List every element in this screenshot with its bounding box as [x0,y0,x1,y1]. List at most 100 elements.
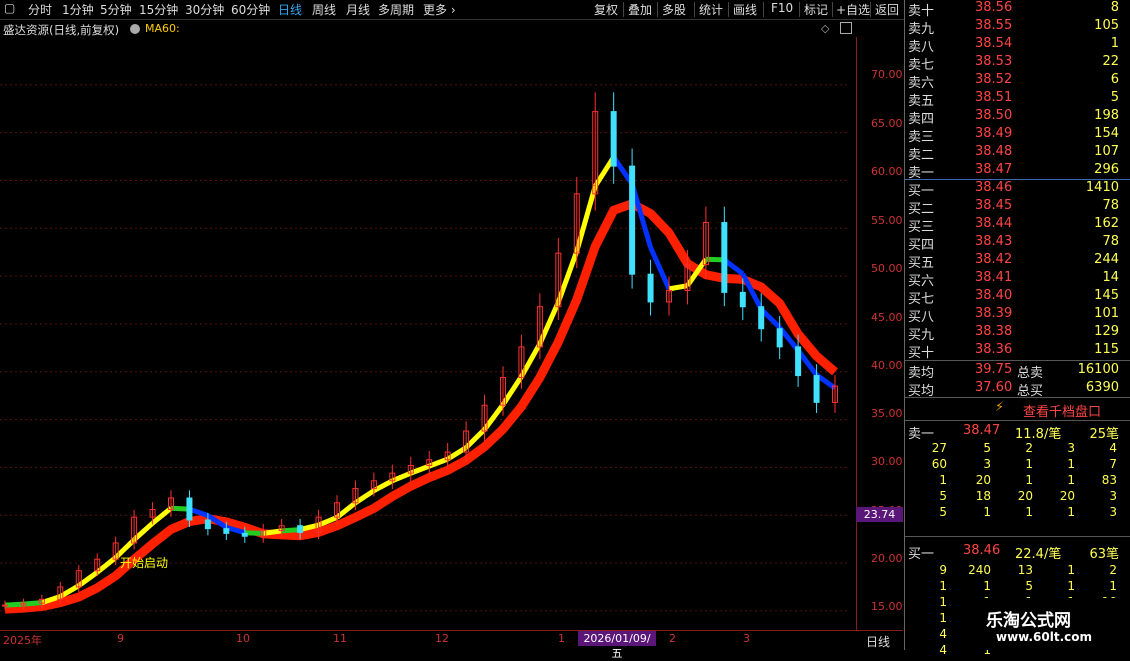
candle-body[interactable] [776,328,783,348]
ask-price: 38.52 [975,72,1013,87]
bid-volume: 14 [1102,270,1119,285]
ask-row[interactable]: 卖六 38.52 6 [905,72,1130,91]
tab-30min[interactable]: 30分钟 [185,1,224,18]
candle-body[interactable] [204,519,211,530]
thousand-level-button[interactable]: ⚡ 查看千档盘口 [905,398,1130,420]
ask-row[interactable]: 卖四 38.50 198 [905,108,1130,127]
candle-body[interactable] [813,375,820,403]
candle-body[interactable] [795,346,802,377]
queue-cell: 1 [1067,563,1075,577]
back-button[interactable]: 返回 [875,1,899,18]
tab-multi-period[interactable]: 多周期 [378,1,414,18]
settings-dot-icon[interactable] [130,24,140,34]
tab-daily[interactable]: 日线 [278,1,302,18]
tab-monthly[interactable]: 月线 [346,1,370,18]
draw-line-button[interactable]: 画线 [733,1,757,18]
candle-body[interactable] [758,306,765,330]
sell1-price: 38.47 [963,423,1001,438]
ask-level-label: 卖十 [908,4,935,19]
ask-price: 38.53 [975,54,1013,69]
ask-price: 38.56 [975,0,1013,15]
bid-level-label: 买九 [908,328,935,343]
bid-row[interactable]: 买七 38.40 145 [905,288,1130,307]
lightning-icon: ⚡ [995,400,1005,415]
candle-body[interactable] [739,291,746,308]
kline-chart[interactable]: 开始启动 [0,20,903,630]
period-indicator[interactable]: 日线 [866,633,890,650]
ask-volume: 154 [1094,126,1119,141]
multi-stock-button[interactable]: 多股 [662,1,686,18]
ask-volume: 296 [1094,162,1119,177]
bid-row[interactable]: 买四 38.43 78 [905,234,1130,253]
ask-level-label: 卖九 [908,22,935,37]
candle-body[interactable] [721,222,728,293]
ask-row[interactable]: 卖三 38.49 154 [905,126,1130,145]
candle-body[interactable] [2,604,8,607]
buy1-count: 63笔 [1089,547,1119,562]
candle-body[interactable] [647,273,654,303]
diamond-icon[interactable]: ◇ [821,22,829,35]
bid-volume: 101 [1094,306,1119,321]
bid-volume: 78 [1102,234,1119,249]
bid-row[interactable]: 买二 38.45 78 [905,198,1130,217]
tab-15min[interactable]: 15分钟 [139,1,178,18]
tab-5min[interactable]: 5分钟 [100,1,132,18]
ask-row[interactable]: 卖一 38.47 296 [905,162,1130,181]
total-sell-value: 16100 [1077,362,1119,377]
queue-cell: 5 [939,489,947,503]
f10-button[interactable]: F10 [771,1,793,15]
ask-level-label: 卖五 [908,94,935,109]
ask-row[interactable]: 卖七 38.53 22 [905,54,1130,73]
queue-cell: 20 [975,473,991,487]
add-watchlist-button[interactable]: +自选 [836,1,870,18]
candle-body[interactable] [223,528,230,534]
maximize-icon[interactable] [840,22,852,34]
bid-level-label: 买五 [908,256,935,271]
ask-volume: 198 [1094,108,1119,123]
start-signal-label: 开始启动 [120,556,168,570]
candle-body[interactable] [610,111,617,167]
bid-price: 38.39 [975,306,1013,321]
bid-level-label: 买八 [908,310,935,325]
overlay-button[interactable]: 叠加 [628,1,652,18]
queue-cell: 1 [1067,457,1075,471]
bid-price: 38.42 [975,252,1013,267]
tab-more[interactable]: 更多 › [423,1,456,18]
ask-level-label: 卖三 [908,130,935,145]
ask-row[interactable]: 卖二 38.48 107 [905,144,1130,163]
bid-price: 38.40 [975,288,1013,303]
bid-row[interactable]: 买一 38.46 1410 [905,180,1130,199]
bid-row[interactable]: 买五 38.42 244 [905,252,1130,271]
bid-row[interactable]: 买六 38.41 14 [905,270,1130,289]
mark-button[interactable]: 标记 [804,1,828,18]
tab-weekly[interactable]: 周线 [312,1,336,18]
square-icon[interactable]: ▢ [4,1,15,15]
tab-60min[interactable]: 60分钟 [231,1,270,18]
tab-fenshi[interactable]: 分时 [28,1,52,18]
tab-1min[interactable]: 1分钟 [62,1,94,18]
bid-row[interactable]: 买三 38.44 162 [905,216,1130,235]
bid-row[interactable]: 买十 38.36 115 [905,342,1130,361]
candle-body[interactable] [186,497,193,521]
y-tick: 70.00 [871,68,903,81]
ask-row[interactable]: 卖九 38.55 105 [905,18,1130,37]
candle-body[interactable] [629,165,636,275]
ask-row[interactable]: 卖五 38.51 5 [905,90,1130,109]
queue-cell: 1 [1109,579,1117,593]
fuquan-button[interactable]: 复权 [594,1,618,18]
candle-body[interactable] [241,532,248,537]
ask-row[interactable]: 卖十 38.56 8 [905,0,1130,19]
queue-cell: 83 [1101,473,1117,487]
ask-volume: 8 [1110,0,1119,15]
ask-volume: 1 [1110,36,1119,51]
candle-body[interactable] [297,525,304,533]
ask-row[interactable]: 卖八 38.54 1 [905,36,1130,55]
bid-level-label: 买二 [908,202,935,217]
bid-level-label: 买七 [908,292,935,307]
queue-cell: 60 [931,457,947,471]
bid-row[interactable]: 买九 38.38 129 [905,324,1130,343]
stats-button[interactable]: 统计 [699,1,723,18]
divider [905,536,1130,537]
ask-level-label: 卖六 [908,76,935,91]
bid-row[interactable]: 买八 38.39 101 [905,306,1130,325]
